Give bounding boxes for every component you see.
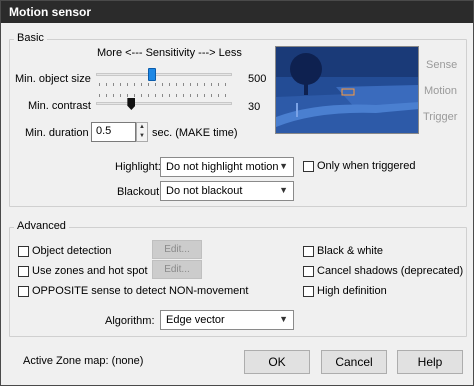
high-definition-label: High definition [317,285,387,297]
min-object-size-ticks [99,83,231,86]
cancel-shadows-label: Cancel shadows (deprecated) [317,265,464,277]
use-zones-checkbox[interactable] [18,266,29,277]
algorithm-select[interactable]: Edge vector ▼ [160,310,294,330]
highlight-select[interactable]: Do not highlight motion ▼ [160,157,294,177]
sense-indicator: Sense [426,59,458,71]
chevron-down-icon: ▼ [279,185,288,195]
min-object-size-label: Min. object size [15,73,91,85]
zones-edit-button[interactable]: Edit... [152,260,202,279]
spin-up-icon[interactable]: ▲ [137,123,147,132]
motion-sensor-dialog: Motion sensor Basic More <--- Sensitivit… [0,0,474,386]
object-detection-label: Object detection [32,245,112,257]
cancel-shadows-checkbox[interactable] [303,266,314,277]
night-camera-image [276,47,418,133]
trigger-indicator: Trigger [423,111,458,123]
chevron-down-icon: ▼ [279,314,288,324]
ok-button[interactable]: OK [244,350,310,374]
highlight-selected: Do not highlight motion [166,161,279,173]
algorithm-label: Algorithm: [105,315,155,327]
object-detection-edit-button[interactable]: Edit... [152,240,202,259]
object-detection-checkbox[interactable] [18,246,29,257]
advanced-group-label: Advanced [14,220,69,232]
blackout-label: Blackout: [117,186,163,198]
basic-group-label: Basic [14,32,47,44]
help-button[interactable]: Help [397,350,463,374]
min-duration-spinner[interactable]: ▲ ▼ [136,122,148,142]
min-contrast-value: 30 [248,101,261,113]
window-title: Motion sensor [9,5,92,19]
min-duration-input[interactable]: 0.5 [91,122,136,142]
active-zone-map-label: Active Zone map: (none) [23,355,144,367]
min-object-size-value: 500 [248,73,267,85]
highlight-label: Highlight: [115,161,161,173]
black-white-checkbox[interactable] [303,246,314,257]
only-when-triggered-label: Only when triggered [317,160,416,172]
camera-preview [275,46,419,134]
algorithm-selected: Edge vector [166,314,225,326]
min-contrast-track [96,102,232,105]
min-contrast-ticks [99,94,231,97]
use-zones-label: Use zones and hot spot [32,265,148,277]
min-contrast-label: Min. contrast [28,100,91,112]
sensitivity-label: More <--- Sensitivity ---> Less [97,47,242,59]
chevron-down-icon: ▼ [279,161,288,171]
motion-indicator: Motion [424,85,458,97]
title-bar[interactable]: Motion sensor [1,1,473,23]
only-when-triggered-checkbox[interactable] [303,161,314,172]
opposite-sense-checkbox[interactable] [18,286,29,297]
spin-down-icon[interactable]: ▼ [137,132,147,141]
cancel-button[interactable]: Cancel [321,350,387,374]
min-object-size-slider[interactable] [147,68,156,81]
min-duration-unit: sec. (MAKE time) [152,127,238,139]
opposite-sense-label: OPPOSITE sense to detect NON-movement [32,285,249,297]
high-definition-checkbox[interactable] [303,286,314,297]
min-duration-label: Min. duration [25,127,89,139]
blackout-selected: Do not blackout [166,185,243,197]
black-white-label: Black & white [317,245,384,257]
blackout-select[interactable]: Do not blackout ▼ [160,181,294,201]
min-object-size-track [96,73,232,76]
